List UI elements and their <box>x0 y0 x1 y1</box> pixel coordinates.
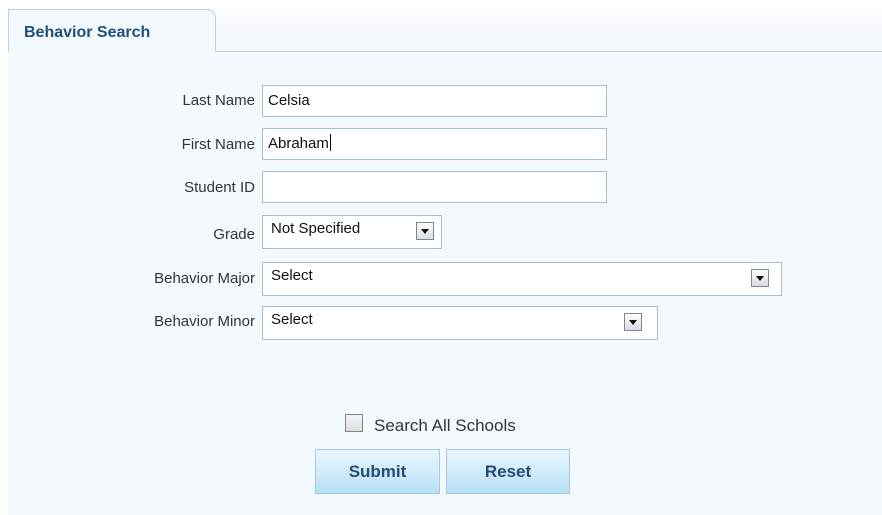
last-name-label: Last Name <box>182 92 255 109</box>
text-cursor <box>329 134 331 151</box>
grade-label: Grade <box>213 226 255 243</box>
behavior-major-select[interactable]: Select <box>262 262 782 296</box>
behavior-major-selected: Select <box>271 267 313 284</box>
tab-label: Behavior Search <box>24 24 151 41</box>
grade-select[interactable]: Not Specified <box>262 215 442 249</box>
chevron-down-icon <box>421 229 429 234</box>
behavior-major-dropdown-button[interactable] <box>751 269 769 287</box>
chevron-down-icon <box>756 276 764 281</box>
last-name-field[interactable]: Celsia <box>262 85 607 117</box>
first-name-value: Abraham <box>268 135 329 152</box>
search-all-schools-checkbox[interactable] <box>345 414 363 432</box>
student-id-label: Student ID <box>184 179 255 196</box>
student-id-field[interactable] <box>262 171 607 203</box>
behavior-minor-select[interactable]: Select <box>262 306 658 340</box>
submit-button[interactable]: Submit <box>315 449 440 494</box>
behavior-major-label: Behavior Major <box>154 270 255 287</box>
search-all-schools-label[interactable]: Search All Schools <box>374 416 516 436</box>
first-name-field[interactable]: Abraham <box>262 128 607 160</box>
first-name-label: First Name <box>181 136 255 153</box>
grade-selected: Not Specified <box>271 220 361 237</box>
behavior-minor-selected: Select <box>271 311 313 328</box>
tab-behavior-search[interactable]: Behavior Search <box>8 9 216 52</box>
chevron-down-icon <box>629 320 637 325</box>
grade-dropdown-button[interactable] <box>416 222 434 240</box>
reset-button[interactable]: Reset <box>446 449 570 494</box>
last-name-value: Celsia <box>268 92 310 109</box>
behavior-minor-label: Behavior Minor <box>154 313 255 330</box>
behavior-minor-dropdown-button[interactable] <box>624 313 642 331</box>
